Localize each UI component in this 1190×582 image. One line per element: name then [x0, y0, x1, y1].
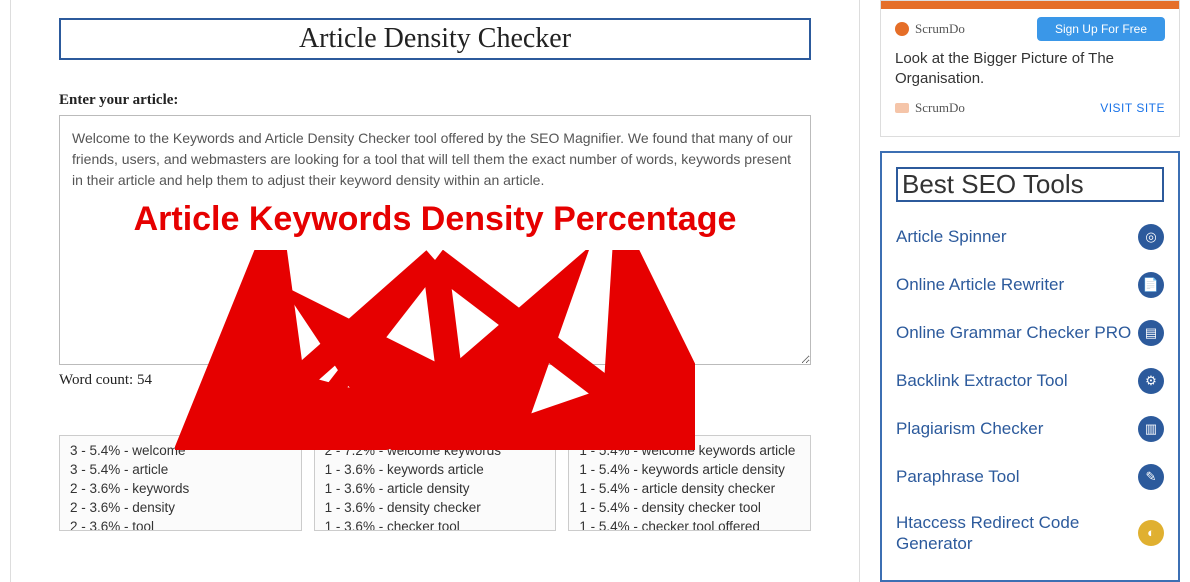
seo-tool-item: Online Article Rewriter 📄 — [896, 262, 1164, 310]
result-box-2[interactable]: 2 - 7.2% - welcome keywords1 - 3.6% - ke… — [314, 435, 557, 531]
ad-brand-footer-label: ScrumDo — [915, 100, 965, 116]
seo-tool-icon: ⚙ — [1138, 368, 1164, 394]
seo-tool-icon: ▤ — [1138, 320, 1164, 346]
seo-tool-link[interactable]: Backlink Extractor Tool — [896, 370, 1068, 391]
scrumdo-logo-icon — [895, 22, 909, 36]
result-line: 3 - 5.4% - article — [70, 461, 291, 480]
results-row: 3 - 5.4% - welcome3 - 5.4% - article2 - … — [59, 435, 811, 531]
input-label: Enter your article: — [59, 92, 811, 109]
result-box-3[interactable]: 1 - 5.4% - welcome keywords article1 - 5… — [568, 435, 811, 531]
result-line: 1 - 5.4% - article density checker — [579, 480, 800, 499]
ad-brand-label: ScrumDo — [915, 21, 965, 37]
seo-tool-item: Backlink Extractor Tool ⚙ — [896, 358, 1164, 406]
ad-accent-bar — [881, 1, 1179, 9]
seo-tool-icon: ◐ — [1138, 520, 1164, 546]
seo-tool-icon: ✎ — [1138, 464, 1164, 490]
result-box-1[interactable]: 3 - 5.4% - welcome3 - 5.4% - article2 - … — [59, 435, 302, 531]
visit-site-link[interactable]: VISIT SITE — [1100, 101, 1165, 115]
seo-tool-link[interactable]: Article Spinner — [896, 226, 1007, 247]
result-line: 1 - 5.4% - checker tool offered — [579, 518, 800, 531]
result-line: 1 - 3.6% - checker tool — [325, 518, 546, 531]
result-line: 1 - 5.4% - keywords article density — [579, 461, 800, 480]
result-line: 1 - 5.4% - welcome keywords article — [579, 442, 800, 461]
result-line: 2 - 3.6% - tool — [70, 518, 291, 531]
seo-tool-link[interactable]: Htaccess Redirect Code Generator — [896, 512, 1138, 555]
seo-tool-icon: ▥ — [1138, 416, 1164, 442]
result-line: 1 - 5.4% - density checker tool — [579, 499, 800, 518]
seo-tool-link[interactable]: Online Article Rewriter — [896, 274, 1064, 295]
seo-tools-heading: Best SEO Tools — [896, 167, 1164, 202]
seo-tool-item: Htaccess Redirect Code Generator◐ — [896, 502, 1164, 567]
result-line: 2 - 7.2% - welcome keywords — [325, 442, 546, 461]
result-line: 2 - 3.6% - density — [70, 499, 291, 518]
result-line: 2 - 3.6% - keywords — [70, 480, 291, 499]
seo-tool-link[interactable]: Plagiarism Checker — [896, 418, 1043, 439]
scrumdo-small-icon — [895, 103, 909, 113]
ad-brand-footer: ScrumDo — [895, 100, 965, 116]
seo-tool-item: Paraphrase Tool ✎ — [896, 454, 1164, 502]
ad-text: Look at the Bigger Picture of The Organi… — [895, 49, 1165, 90]
seo-tool-item: Plagiarism Checker ▥ — [896, 406, 1164, 454]
ad-brand: ScrumDo — [895, 21, 965, 37]
seo-tool-item: Article Spinner ◎ — [896, 214, 1164, 262]
result-line: 1 - 3.6% - article density — [325, 480, 546, 499]
result-line: 1 - 3.6% - density checker — [325, 499, 546, 518]
ad-card: ScrumDo Sign Up For Free Look at the Big… — [880, 0, 1180, 137]
word-count: Word count: 54 — [59, 372, 811, 389]
article-input[interactable] — [59, 115, 811, 365]
page-title: Article Density Checker — [59, 18, 811, 60]
signup-button[interactable]: Sign Up For Free — [1037, 17, 1165, 41]
sidebar: ScrumDo Sign Up For Free Look at the Big… — [880, 0, 1180, 582]
seo-tool-icon: 📄 — [1138, 272, 1164, 298]
seo-tools-panel: Best SEO Tools Article Spinner ◎ Online Ar… — [880, 151, 1180, 582]
seo-tool-item: Online Grammar Checker PRO ▤ — [896, 310, 1164, 358]
seo-tool-icon: ◎ — [1138, 224, 1164, 250]
seo-tool-link[interactable]: Paraphrase Tool — [896, 466, 1020, 487]
main-panel: Article Density Checker Enter your artic… — [10, 0, 860, 582]
seo-tool-link[interactable]: Online Grammar Checker PRO — [896, 322, 1131, 343]
result-line: 3 - 5.4% - welcome — [70, 442, 291, 461]
result-line: 1 - 3.6% - keywords article — [325, 461, 546, 480]
